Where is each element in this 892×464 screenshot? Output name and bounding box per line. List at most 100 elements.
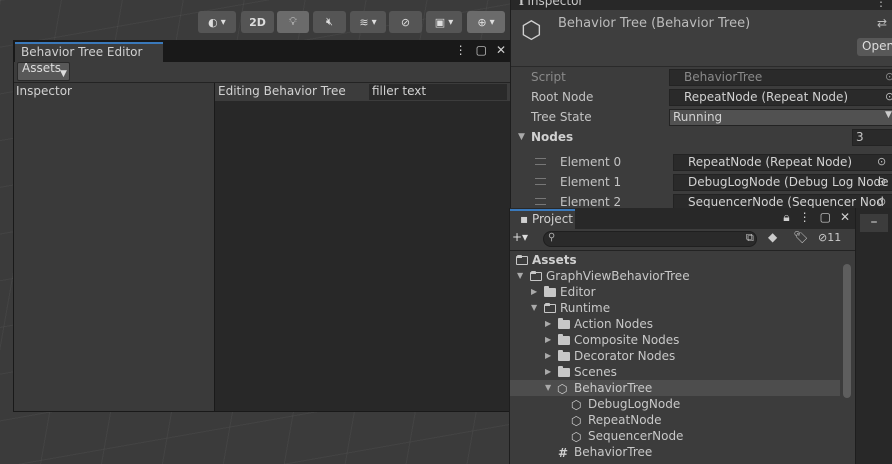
tree-item-repeatnode[interactable]: ⬡ RepeatNode bbox=[510, 412, 840, 428]
assets-label: Assets bbox=[22, 61, 62, 75]
effects-dropdown-button[interactable]: ≋ bbox=[350, 11, 386, 33]
foldout-arrow-icon[interactable]: ▶ bbox=[531, 284, 537, 300]
camera-dropdown-button[interactable]: ▣ bbox=[426, 11, 462, 33]
open-button[interactable]: Open bbox=[857, 38, 892, 56]
project-toolbar: +▾ ⚲ ⧉ ◆ 🏷︎ ⊘11 bbox=[510, 229, 856, 251]
object-picker-icon[interactable]: ⊙ bbox=[885, 90, 892, 103]
foldout-arrow-icon[interactable]: ▶ bbox=[545, 348, 551, 364]
tag-icon[interactable]: 🏷︎ bbox=[793, 230, 808, 244]
drag-handle-icon[interactable] bbox=[535, 158, 546, 165]
tree-item-editor[interactable]: ▶ Editor bbox=[510, 284, 840, 300]
tree-item-label: BehaviorTree bbox=[574, 381, 653, 395]
tab-inspector[interactable]: ℹ Inspector bbox=[519, 0, 583, 8]
project-window-controls: 🔒︎ ⋮ ▢ ✕ bbox=[783, 210, 850, 225]
foldout-arrow-icon[interactable]: ▶ bbox=[545, 332, 551, 348]
tree-item-behaviortree-script[interactable]: # BehaviorTree bbox=[510, 444, 840, 460]
nodes-count-field[interactable]: 3 bbox=[852, 129, 892, 146]
tree-item-label: Action Nodes bbox=[574, 317, 653, 331]
scriptable-object-icon: ⬡ bbox=[571, 414, 582, 428]
tree-item-graphviewbehaviortree[interactable]: ▼ GraphViewBehaviorTree bbox=[510, 268, 840, 284]
element-1-field[interactable]: DebugLogNode (Debug Log Node bbox=[673, 174, 892, 191]
project-panel: ▪ Project 🔒︎ ⋮ ▢ ✕ +▾ ⚲ ⧉ ◆ 🏷︎ ⊘11 Asset… bbox=[509, 208, 856, 464]
tree-item-label: GraphViewBehaviorTree bbox=[546, 269, 690, 283]
tree-item-scenes[interactable]: ▶ Scenes bbox=[510, 364, 840, 380]
project-search-input[interactable]: ⚲ bbox=[543, 231, 757, 247]
lightbulb-icon: 💡︎ bbox=[289, 15, 297, 28]
more-menu-icon[interactable]: ⋮ bbox=[875, 0, 887, 9]
maximize-icon[interactable]: ▢ bbox=[820, 210, 831, 225]
eye-crossed-icon: ⊘ bbox=[818, 231, 828, 244]
layers-icon: ≋ bbox=[359, 15, 369, 29]
foldout-arrow-icon[interactable]: ▶ bbox=[545, 316, 551, 332]
toggle-2d-button[interactable]: 2D bbox=[241, 11, 274, 33]
root-node-label: Root Node bbox=[531, 90, 594, 104]
drag-handle-icon[interactable] bbox=[535, 178, 546, 185]
audio-toggle-button[interactable]: 🔇︎ bbox=[313, 11, 346, 33]
root-node-value: RepeatNode (Repeat Node) bbox=[684, 90, 849, 104]
tree-item-assets[interactable]: Assets bbox=[510, 252, 840, 268]
more-menu-icon[interactable]: ⋮ bbox=[455, 43, 467, 57]
script-label: Script bbox=[531, 70, 566, 84]
scriptable-object-icon: ⬡ bbox=[557, 382, 568, 396]
element-0-label: Element 0 bbox=[560, 155, 622, 169]
tree-item-decorator-nodes[interactable]: ▶ Decorator Nodes bbox=[510, 348, 840, 364]
object-picker-icon[interactable]: ⊙ bbox=[877, 175, 886, 188]
tree-item-composite-nodes[interactable]: ▶ Composite Nodes bbox=[510, 332, 840, 348]
object-picker-icon[interactable]: ⊙ bbox=[877, 155, 886, 168]
search-by-type-icon[interactable]: ⧉ bbox=[746, 231, 754, 245]
element-2-value: SequencerNode (Sequencer Nod bbox=[688, 195, 884, 209]
maximize-icon[interactable]: ▢ bbox=[476, 43, 487, 57]
hidden-packages-button[interactable]: ⊘11 bbox=[818, 231, 841, 244]
tab-behavior-tree-editor[interactable]: Behavior Tree Editor bbox=[15, 42, 163, 62]
foldout-arrow-icon[interactable]: ▼ bbox=[517, 268, 523, 284]
tree-item-label: DebugLogNode bbox=[588, 397, 681, 411]
globe-icon: ⊕ bbox=[477, 15, 487, 29]
filter-by-type-icon[interactable]: ◆ bbox=[768, 230, 777, 244]
side-panel-strip: – bbox=[855, 208, 892, 464]
foldout-arrow-icon[interactable]: ▼ bbox=[531, 300, 537, 316]
lock-icon[interactable]: 🔒︎ bbox=[783, 210, 789, 225]
shading-mode-button[interactable]: ◐ bbox=[198, 11, 236, 33]
drag-handle-icon[interactable] bbox=[535, 198, 546, 205]
filler-text-field[interactable]: filler text bbox=[369, 84, 507, 100]
editing-row: Editing Behavior Tree filler text bbox=[215, 83, 510, 101]
tab-inspector-label: Inspector bbox=[527, 0, 584, 8]
assets-dropdown-button[interactable]: Assets ▼ bbox=[17, 61, 70, 81]
audio-mute-icon: 🔇︎ bbox=[326, 15, 333, 28]
object-picker-icon[interactable]: ⊙ bbox=[877, 195, 886, 208]
lighting-toggle-button[interactable]: 💡︎ bbox=[277, 11, 309, 33]
close-icon[interactable]: ✕ bbox=[496, 43, 506, 57]
bte-tab-bar: Behavior Tree Editor ⋮ ▢ ✕ bbox=[14, 41, 510, 62]
more-menu-icon[interactable]: ⋮ bbox=[799, 210, 811, 225]
object-picker-icon[interactable]: ⊙ bbox=[885, 70, 892, 83]
graph-pane[interactable]: Editing Behavior Tree filler text bbox=[215, 83, 510, 411]
tree-state-dropdown[interactable]: Running bbox=[669, 109, 892, 126]
chevron-down-icon: ▼ bbox=[885, 110, 892, 120]
tab-project[interactable]: ▪ Project bbox=[510, 209, 575, 229]
tree-item-runtime[interactable]: ▼ Runtime bbox=[510, 300, 840, 316]
gizmos-dropdown-button[interactable]: ⊕ bbox=[467, 11, 505, 33]
folder-open-icon bbox=[544, 303, 556, 313]
project-scrollbar[interactable] bbox=[843, 264, 851, 398]
tree-item-sequencernode[interactable]: ⬡ SequencerNode bbox=[510, 428, 840, 444]
bte-toolbar: Assets ▼ bbox=[14, 61, 510, 83]
settings-sliders-icon[interactable]: ⇄ bbox=[877, 16, 887, 30]
tree-item-behaviortree-asset[interactable]: ▼ ⬡ BehaviorTree bbox=[510, 380, 840, 396]
tree-item-label: SequencerNode bbox=[588, 429, 684, 443]
inspector-label: Inspector bbox=[16, 84, 72, 98]
foldout-arrow-icon[interactable]: ▼ bbox=[545, 380, 551, 396]
close-icon[interactable]: ✕ bbox=[840, 210, 850, 225]
tree-item-action-nodes[interactable]: ▶ Action Nodes bbox=[510, 316, 840, 332]
element-0-field[interactable]: RepeatNode (Repeat Node) bbox=[673, 154, 892, 171]
create-add-button[interactable]: +▾ bbox=[512, 230, 528, 244]
scene-visibility-button[interactable]: ⊘ bbox=[389, 11, 422, 33]
cs-script-icon: # bbox=[558, 446, 569, 460]
root-node-field[interactable]: RepeatNode (Repeat Node) bbox=[669, 89, 892, 106]
element-2-label: Element 2 bbox=[560, 195, 622, 209]
foldout-arrow-icon[interactable]: ▶ bbox=[545, 364, 551, 380]
foldout-arrow-icon[interactable]: ▼ bbox=[518, 132, 525, 142]
zoom-out-button[interactable]: – bbox=[860, 214, 888, 232]
tree-item-debuglognode[interactable]: ⬡ DebugLogNode bbox=[510, 396, 840, 412]
tree-item-label: Runtime bbox=[560, 301, 611, 315]
inspector-pane: Inspector bbox=[14, 83, 215, 411]
